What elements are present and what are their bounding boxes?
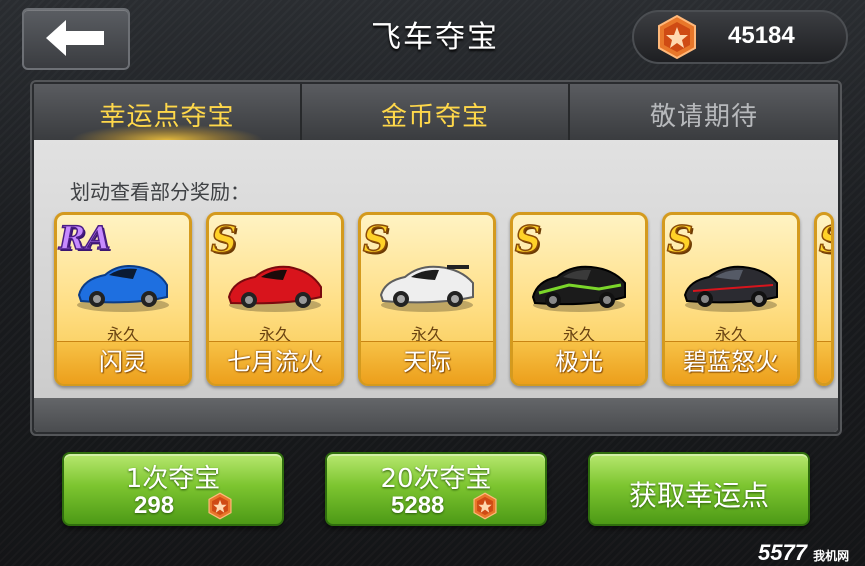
logo-subtext: 我机网 [813,549,850,563]
coin-value: 45184 [728,22,795,49]
reward-name [817,341,831,383]
reward-name: 闪灵 [57,341,189,384]
reward-name: 七月流火 [209,341,341,384]
coin-balance: 45184 [632,10,848,64]
medal-icon [208,492,232,520]
tab-coming-soon[interactable]: 敬请期待 [570,84,838,140]
tab-lucky-draw[interactable]: 幸运点夺宝 [34,84,302,140]
tab-coin-draw[interactable]: 金币夺宝 [302,84,570,140]
draw-once-label: 1次夺宝 [125,464,221,494]
top-bar: 飞车夺宝 45184 [0,0,865,72]
reward-card[interactable]: S [814,212,834,386]
treasure-panel: 幸运点夺宝 金币夺宝 敬请期待 划动查看部分奖励： RA 永久 闪灵 S 永久 … [30,80,842,436]
draw-twenty-price: 5288 [391,492,445,519]
rewards-area: 划动查看部分奖励： RA 永久 闪灵 S 永久 七月流火 S 永久 天际 S 永… [34,140,838,432]
draw-once-price: 298 [134,492,175,519]
reward-carousel[interactable]: RA 永久 闪灵 S 永久 七月流火 S 永久 天际 S 永久 极光 S 永久 … [54,212,838,388]
carousel-footer [34,398,838,432]
reward-card[interactable]: RA 永久 闪灵 [54,212,192,386]
reward-name: 碧蓝怒火 [665,341,797,384]
reward-card[interactable]: S 永久 天际 [358,212,496,386]
logo-text: 5577 [758,540,807,565]
draw-twenty-label: 20次夺宝 [380,464,492,494]
draw-once-button[interactable]: 1次夺宝 298 [62,452,284,526]
draw-twenty-button[interactable]: 20次夺宝 5288 [325,452,547,526]
back-arrow-icon [46,20,104,56]
reward-name: 天际 [361,341,493,384]
watermark-logo: 5577 我机网 [758,540,849,566]
reward-card[interactable]: S 永久 七月流火 [206,212,344,386]
car-icon [77,265,169,312]
reward-card[interactable]: S 永久 极光 [510,212,648,386]
car-icon [531,265,626,312]
car-icon [227,265,322,312]
grade-badge: S [818,218,831,262]
medal-icon [658,14,696,60]
back-button[interactable] [22,8,130,70]
tab-bar: 幸运点夺宝 金币夺宝 敬请期待 [34,84,838,142]
reward-card[interactable]: S 永久 碧蓝怒火 [662,212,800,386]
car-icon [379,265,474,312]
grade-badge: RA [58,218,111,258]
reward-name: 极光 [513,341,645,384]
car-icon [683,265,778,312]
medal-icon [473,492,497,520]
rewards-hint: 划动查看部分奖励： [70,180,250,204]
get-lucky-points-button[interactable]: 获取幸运点 [588,452,810,526]
page-title: 飞车夺宝 [371,20,499,55]
get-lucky-points-label: 获取幸运点 [628,479,769,512]
